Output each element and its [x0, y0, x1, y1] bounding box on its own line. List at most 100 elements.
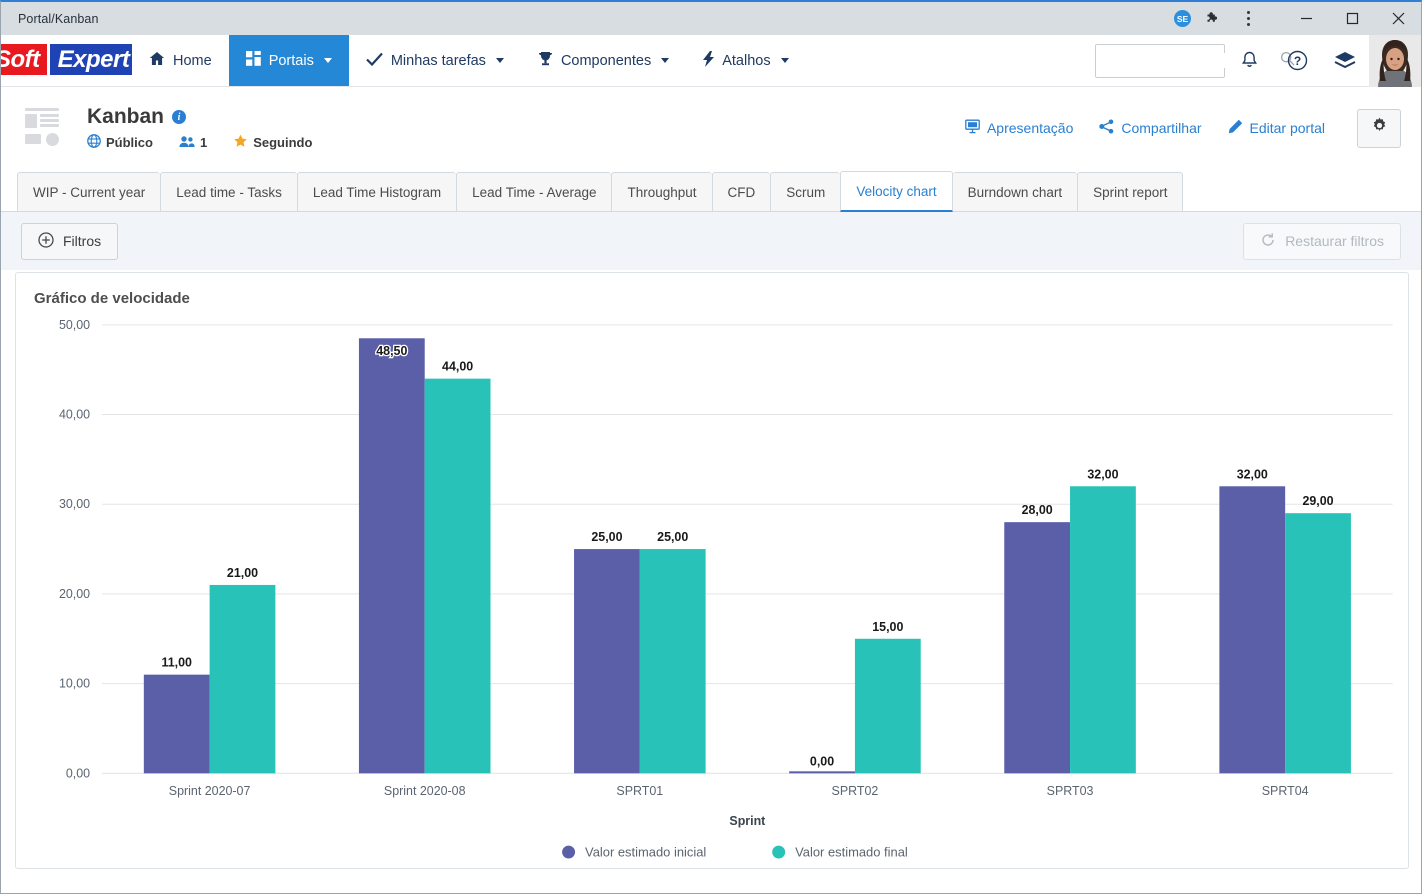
- portal-follow[interactable]: Seguindo: [233, 134, 312, 151]
- bar[interactable]: [1004, 522, 1071, 774]
- share-label: Compartilhar: [1121, 120, 1202, 136]
- tab-burndown-chart[interactable]: Burndown chart: [952, 172, 1078, 211]
- portal-settings-button[interactable]: [1357, 108, 1401, 148]
- logo-expert-text: Expert: [49, 44, 132, 75]
- bell-icon[interactable]: [1225, 35, 1273, 87]
- chevron-down-icon: [661, 58, 670, 63]
- y-axis-tick: 40,00: [59, 408, 90, 422]
- nav-item-componentes[interactable]: Componentes: [521, 35, 686, 86]
- grid-icon: [245, 51, 261, 70]
- y-axis-tick: 30,00: [59, 497, 90, 511]
- layers-icon[interactable]: [1321, 35, 1369, 87]
- x-axis-tick: SPRT02: [832, 784, 879, 798]
- share-button[interactable]: Compartilhar: [1099, 119, 1202, 137]
- window-titlebar: Portal/Kanban SE: [1, 2, 1421, 35]
- x-axis-tick: Sprint 2020-08: [384, 784, 466, 798]
- chevron-down-icon: [495, 58, 504, 63]
- edit-portal-button[interactable]: Editar portal: [1228, 119, 1325, 137]
- y-axis-tick: 10,00: [59, 677, 90, 691]
- puzzle-icon[interactable]: [1205, 11, 1221, 27]
- browser-window: Portal/Kanban SE Soft Expert: [0, 0, 1422, 894]
- tab-cfd[interactable]: CFD: [711, 172, 771, 211]
- bar[interactable]: [1219, 486, 1286, 774]
- close-icon[interactable]: [1375, 2, 1421, 35]
- bar-value-label: 15,00: [872, 620, 903, 634]
- bar[interactable]: [143, 674, 210, 774]
- restore-filters-button[interactable]: Restaurar filtros: [1243, 222, 1401, 260]
- chevron-down-icon: [323, 58, 332, 63]
- bar[interactable]: [358, 338, 425, 774]
- tab-sprint-report[interactable]: Sprint report: [1077, 172, 1184, 211]
- tab-wip-current-year[interactable]: WIP - Current year: [17, 172, 161, 211]
- share-icon: [1099, 119, 1114, 137]
- tab-lead-time-tasks[interactable]: Lead time - Tasks: [160, 172, 297, 211]
- plus-circle-icon: [38, 231, 54, 251]
- portal-visibility: Público: [87, 134, 153, 151]
- bar[interactable]: [1285, 513, 1351, 774]
- nav-item-atalhos[interactable]: Atalhos: [686, 35, 805, 86]
- tab-lead-time-average[interactable]: Lead Time - Average: [456, 172, 612, 211]
- legend-label[interactable]: Valor estimado inicial: [585, 845, 706, 860]
- legend-swatch[interactable]: [772, 845, 786, 859]
- legend-label[interactable]: Valor estimado final: [795, 845, 908, 860]
- minimize-icon[interactable]: [1283, 2, 1329, 35]
- portal-visibility-label: Público: [106, 135, 153, 150]
- bar[interactable]: [789, 771, 855, 774]
- bar-value-label: 29,00: [1302, 494, 1333, 508]
- profile-badge[interactable]: SE: [1174, 10, 1191, 27]
- search-box[interactable]: [1095, 43, 1295, 78]
- x-axis-title: Sprint: [729, 814, 765, 828]
- tab-velocity-chart[interactable]: Velocity chart: [840, 171, 953, 212]
- tab-lead-time-histogram[interactable]: Lead Time Histogram: [296, 172, 457, 211]
- bar-value-label: 48,50: [376, 344, 407, 358]
- logo-soft-text: Soft: [1, 44, 47, 75]
- pencil-icon: [1228, 119, 1243, 137]
- y-axis-tick: 20,00: [59, 587, 90, 601]
- globe-icon: [87, 134, 101, 151]
- x-axis-tick: Sprint 2020-07: [169, 784, 251, 798]
- filters-button[interactable]: Filtros: [21, 222, 119, 260]
- nav-item-portais[interactable]: Portais: [228, 35, 349, 86]
- chevron-down-icon: [780, 58, 789, 63]
- maximize-icon[interactable]: [1329, 2, 1375, 35]
- nav-item-home[interactable]: Home: [132, 35, 229, 86]
- bar[interactable]: [209, 584, 276, 774]
- kebab-menu-icon[interactable]: [1237, 11, 1259, 26]
- bar[interactable]: [854, 638, 921, 774]
- tab-throughput[interactable]: Throughput: [611, 172, 712, 211]
- bar[interactable]: [1070, 486, 1136, 774]
- info-icon[interactable]: i: [172, 110, 187, 124]
- refresh-icon: [1260, 232, 1276, 251]
- velocity-chart[interactable]: 0,00 10,00 20,00 30,00 40,00 50,00 11,00 21,00 S…: [16, 273, 1408, 868]
- question-circle-icon[interactable]: ?: [1273, 35, 1321, 87]
- star-icon: [233, 134, 248, 151]
- portal-members-count: 1: [199, 135, 208, 150]
- bar[interactable]: [424, 378, 491, 774]
- nav-label: Atalhos: [722, 52, 771, 69]
- bar-value-label: 0,00: [810, 754, 834, 768]
- nav-item-minhas-tarefas[interactable]: Minhas tarefas: [349, 35, 521, 86]
- bar[interactable]: [639, 549, 706, 774]
- filters-label: Filtros: [63, 233, 102, 249]
- bar-value-label: 44,00: [442, 360, 473, 374]
- portal-follow-label: Seguindo: [253, 135, 313, 150]
- portal-tabs: WIP - Current year Lead time - Tasks Lea…: [1, 170, 1421, 212]
- presentation-button[interactable]: Apresentação: [965, 119, 1073, 137]
- browser-tab-title[interactable]: Portal/Kanban: [1, 12, 99, 26]
- nav-label: Componentes: [560, 52, 652, 69]
- tab-scrum[interactable]: Scrum: [770, 172, 841, 211]
- portal-members[interactable]: 1: [179, 135, 207, 151]
- softexpert-logo[interactable]: Soft Expert: [1, 35, 132, 86]
- legend-swatch[interactable]: [562, 845, 576, 859]
- bar[interactable]: [574, 549, 640, 774]
- bar-value-label: 28,00: [1022, 503, 1053, 517]
- trophy-icon: [538, 51, 553, 70]
- nav-label: Home: [173, 52, 212, 69]
- bar-value-label: 32,00: [1087, 467, 1118, 481]
- gear-icon: [1371, 117, 1388, 139]
- nav-label: Portais: [268, 52, 314, 69]
- user-avatar[interactable]: [1369, 34, 1421, 87]
- presentation-label: Apresentação: [986, 120, 1074, 136]
- restore-filters-label: Restaurar filtros: [1285, 233, 1384, 249]
- presentation-icon: [965, 119, 980, 137]
